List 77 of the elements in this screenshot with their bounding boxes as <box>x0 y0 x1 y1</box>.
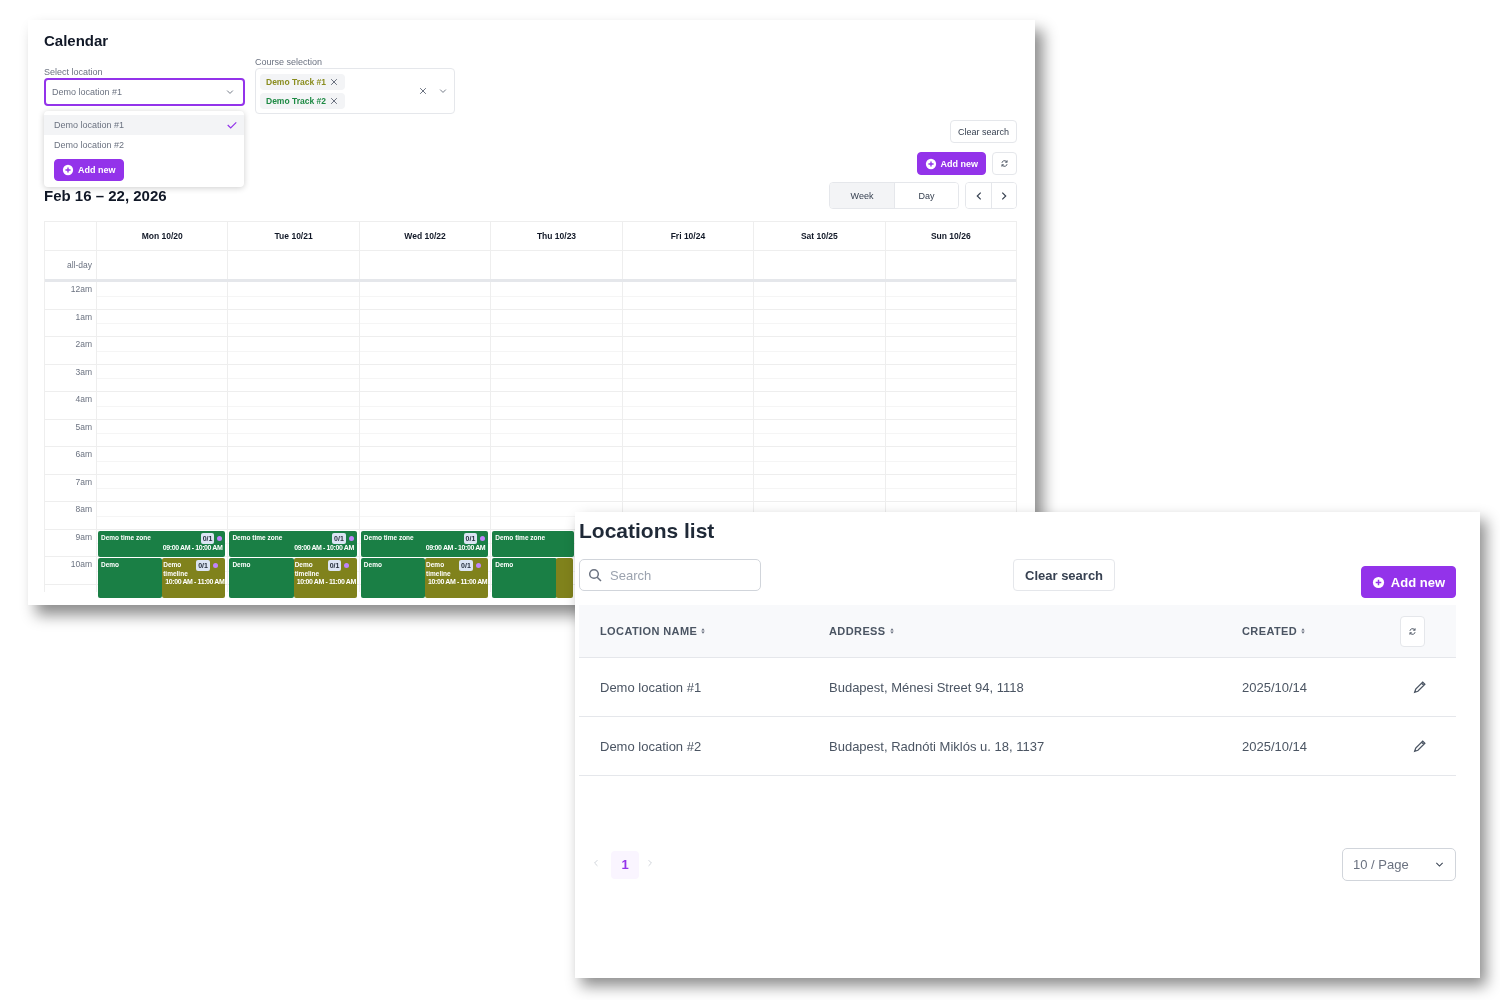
table-cell: Budapest, Ménesi Street 94, 1118 <box>829 679 1024 695</box>
time-label: 1am <box>75 311 92 322</box>
day-header: Tue 10/21 <box>274 231 313 241</box>
status-dot <box>475 563 481 568</box>
time-label: 5am <box>75 421 92 432</box>
day-header: Sat 10/25 <box>800 231 838 241</box>
page-button[interactable]: 1 <box>611 850 639 879</box>
add-new-button[interactable]: Add new <box>1360 566 1456 598</box>
status-dot <box>348 535 354 541</box>
location-select[interactable]: Demo location #1 <box>44 78 245 106</box>
day-header: Thu 10/23 <box>536 231 577 241</box>
view-tab[interactable]: Day <box>894 183 958 208</box>
time-label: 6am <box>75 449 92 459</box>
course-tag[interactable]: Demo Track #1 <box>260 73 345 90</box>
pencil-icon <box>1412 738 1427 754</box>
calendar-event[interactable] <box>556 558 574 598</box>
status-dot <box>344 563 350 568</box>
table-cell: 2025/10/14 <box>1242 679 1308 695</box>
table-cell: Budapest, Radnóti Miklós u. 18, 1137 <box>829 738 1045 754</box>
course-tag[interactable]: Demo Track #2 <box>260 92 345 109</box>
chevron-left-icon <box>591 857 601 868</box>
table-cell: Demo location #2 <box>600 738 702 754</box>
refresh-icon <box>1408 626 1417 636</box>
clear-search-button[interactable]: Clear search <box>1013 559 1116 591</box>
plus-circle-icon <box>1371 575 1385 589</box>
plus-circle-icon <box>62 164 74 176</box>
add-new-button[interactable]: Add new <box>54 159 124 181</box>
remove-icon <box>329 95 339 106</box>
status-dot <box>212 563 218 568</box>
edit-button[interactable] <box>1412 679 1427 695</box>
search-icon <box>588 568 602 582</box>
refresh-icon <box>1000 159 1009 168</box>
time-label: 4am <box>75 394 92 404</box>
time-label: 10am <box>70 559 92 569</box>
course-select[interactable]: Demo Track #1 Demo Track #2 <box>255 68 455 114</box>
dropdown-option[interactable]: Demo location #1 <box>44 115 244 135</box>
chevron-down-icon <box>225 87 235 97</box>
day-header: Wed 10/22 <box>404 231 446 241</box>
time-label: all-day <box>66 260 92 270</box>
pencil-icon <box>1412 679 1427 695</box>
next-button[interactable] <box>991 183 1016 208</box>
remove-icon <box>329 76 339 87</box>
page-title: Calendar <box>44 31 110 51</box>
chevron-right-icon <box>645 857 655 868</box>
time-label: 3am <box>75 366 92 377</box>
day-header: Mon 10/20 <box>141 231 183 241</box>
check-icon <box>226 119 238 131</box>
table-cell: Demo location #1 <box>600 679 702 695</box>
page-title: Locations list <box>579 519 716 543</box>
column-header[interactable]: CREATED <box>1242 625 1298 637</box>
status-dot <box>217 535 223 541</box>
field-label: Select location <box>44 67 104 78</box>
refresh-button[interactable] <box>992 152 1017 175</box>
time-label: 2am <box>75 339 92 349</box>
refresh-button[interactable] <box>1400 615 1425 647</box>
day-header: Fri 10/24 <box>670 231 706 241</box>
search-field[interactable]: Search <box>579 559 761 591</box>
edit-button[interactable] <box>1412 738 1427 754</box>
status-dot <box>480 535 486 541</box>
time-label: 7am <box>75 476 92 487</box>
page-size-select[interactable]: 10 / Page <box>1342 848 1456 881</box>
chevron-down-icon <box>438 86 448 96</box>
field-label: Course selection <box>255 57 324 68</box>
view-tab[interactable]: Week <box>830 183 894 208</box>
time-label: 8am <box>75 504 92 514</box>
day-header: Sun 10/26 <box>930 231 971 241</box>
date-range: Feb 16 – 22, 2026 <box>44 187 167 204</box>
column-header[interactable]: LOCATION NAME <box>600 625 698 637</box>
clear-search-button[interactable]: Clear search <box>949 120 1017 143</box>
column-header[interactable]: ADDRESS <box>829 625 886 637</box>
dropdown-option[interactable]: Demo location #2 <box>44 135 244 155</box>
time-label: 12am <box>70 284 92 294</box>
add-new-button[interactable]: Add new <box>916 152 986 175</box>
plus-circle-icon <box>924 157 937 170</box>
table-cell: 2025/10/14 <box>1242 738 1308 754</box>
clear-icon <box>418 86 428 96</box>
time-label: 9am <box>75 531 92 542</box>
